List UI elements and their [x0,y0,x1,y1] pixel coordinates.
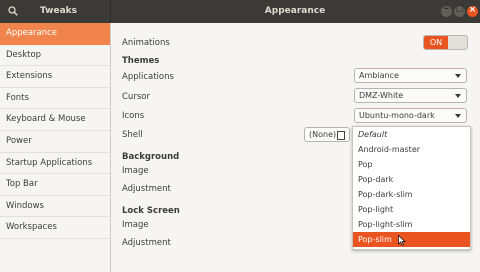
background-adjustment-label: Adjustment [122,184,171,194]
themes-heading: Themes [122,56,160,66]
cursor-value: DMZ-White [359,91,404,100]
lock-screen-heading: Lock Screen [122,206,180,216]
shell-label: Shell [122,130,143,140]
animations-toggle[interactable]: ON [423,35,468,50]
sidebar-item-power[interactable]: Power [0,131,110,153]
search-icon[interactable] [8,6,18,16]
applications-select[interactable]: Ambiance [354,68,467,83]
dropdown-option[interactable]: Android-master [353,142,470,157]
dropdown-option[interactable]: Pop-light-slim [353,217,470,232]
sidebar-header: Tweaks [0,0,111,23]
background-heading: Background [122,152,180,162]
sidebar-item-keyboard-mouse[interactable]: Keyboard & Mouse [0,109,110,131]
applications-label: Applications [122,72,174,82]
mouse-pointer-icon [398,235,406,246]
app-title: Tweaks [40,6,77,16]
shell-file-button[interactable]: (None) [304,127,350,142]
minimize-button[interactable]: – [441,4,452,17]
cursor-label: Cursor [122,92,150,102]
dropdown-option[interactable]: Pop-dark-slim [353,187,470,202]
animations-label: Animations [122,38,170,48]
background-image-label: Image [122,166,149,176]
dropdown-option[interactable]: Pop-dark [353,172,470,187]
sidebar-item-extensions[interactable]: Extensions [0,66,110,88]
sidebar-item-appearance[interactable]: Appearance [0,23,110,45]
sidebar-item-workspaces[interactable]: Workspaces [0,217,110,239]
icons-value: Ubuntu-mono-dark [359,111,435,120]
document-icon [337,131,345,140]
sidebar-item-top-bar[interactable]: Top Bar [0,174,110,196]
cursor-select[interactable]: DMZ-White [354,88,467,103]
lock-screen-image-label: Image [122,220,149,230]
sidebar-item-windows[interactable]: Windows [0,196,110,218]
lock-screen-adjustment-label: Adjustment [122,238,171,248]
shell-value: (None) [309,130,337,139]
chevron-down-icon [455,74,461,78]
header-bar: Tweaks Appearance – □ × [0,0,480,23]
chevron-down-icon [455,94,461,98]
icons-select[interactable]: Ubuntu-mono-dark [354,108,467,123]
chevron-down-icon [455,114,461,118]
icons-label: Icons [122,111,145,121]
sidebar-item-desktop[interactable]: Desktop [0,45,110,67]
maximize-icon: □ [455,4,464,14]
close-icon: × [468,5,477,15]
sidebar-item-startup-applications[interactable]: Startup Applications [0,153,110,175]
window-title: Appearance [264,6,326,16]
shell-dropdown-list: Default Android-master Pop Pop-dark Pop-… [352,126,471,250]
minimize-icon: – [444,4,449,14]
sidebar-item-fonts[interactable]: Fonts [0,88,110,110]
dropdown-option[interactable]: Default [353,127,470,142]
close-button[interactable]: × [467,5,478,17]
dropdown-option-selected[interactable]: Pop-slim [353,232,470,247]
dropdown-option[interactable]: Pop-light [353,202,470,217]
sidebar: Appearance Desktop Extensions Fonts Keyb… [0,23,111,272]
maximize-button[interactable]: □ [454,4,465,17]
toggle-on-label: ON [424,36,448,49]
applications-value: Ambiance [359,71,399,80]
dropdown-option[interactable]: Pop [353,157,470,172]
